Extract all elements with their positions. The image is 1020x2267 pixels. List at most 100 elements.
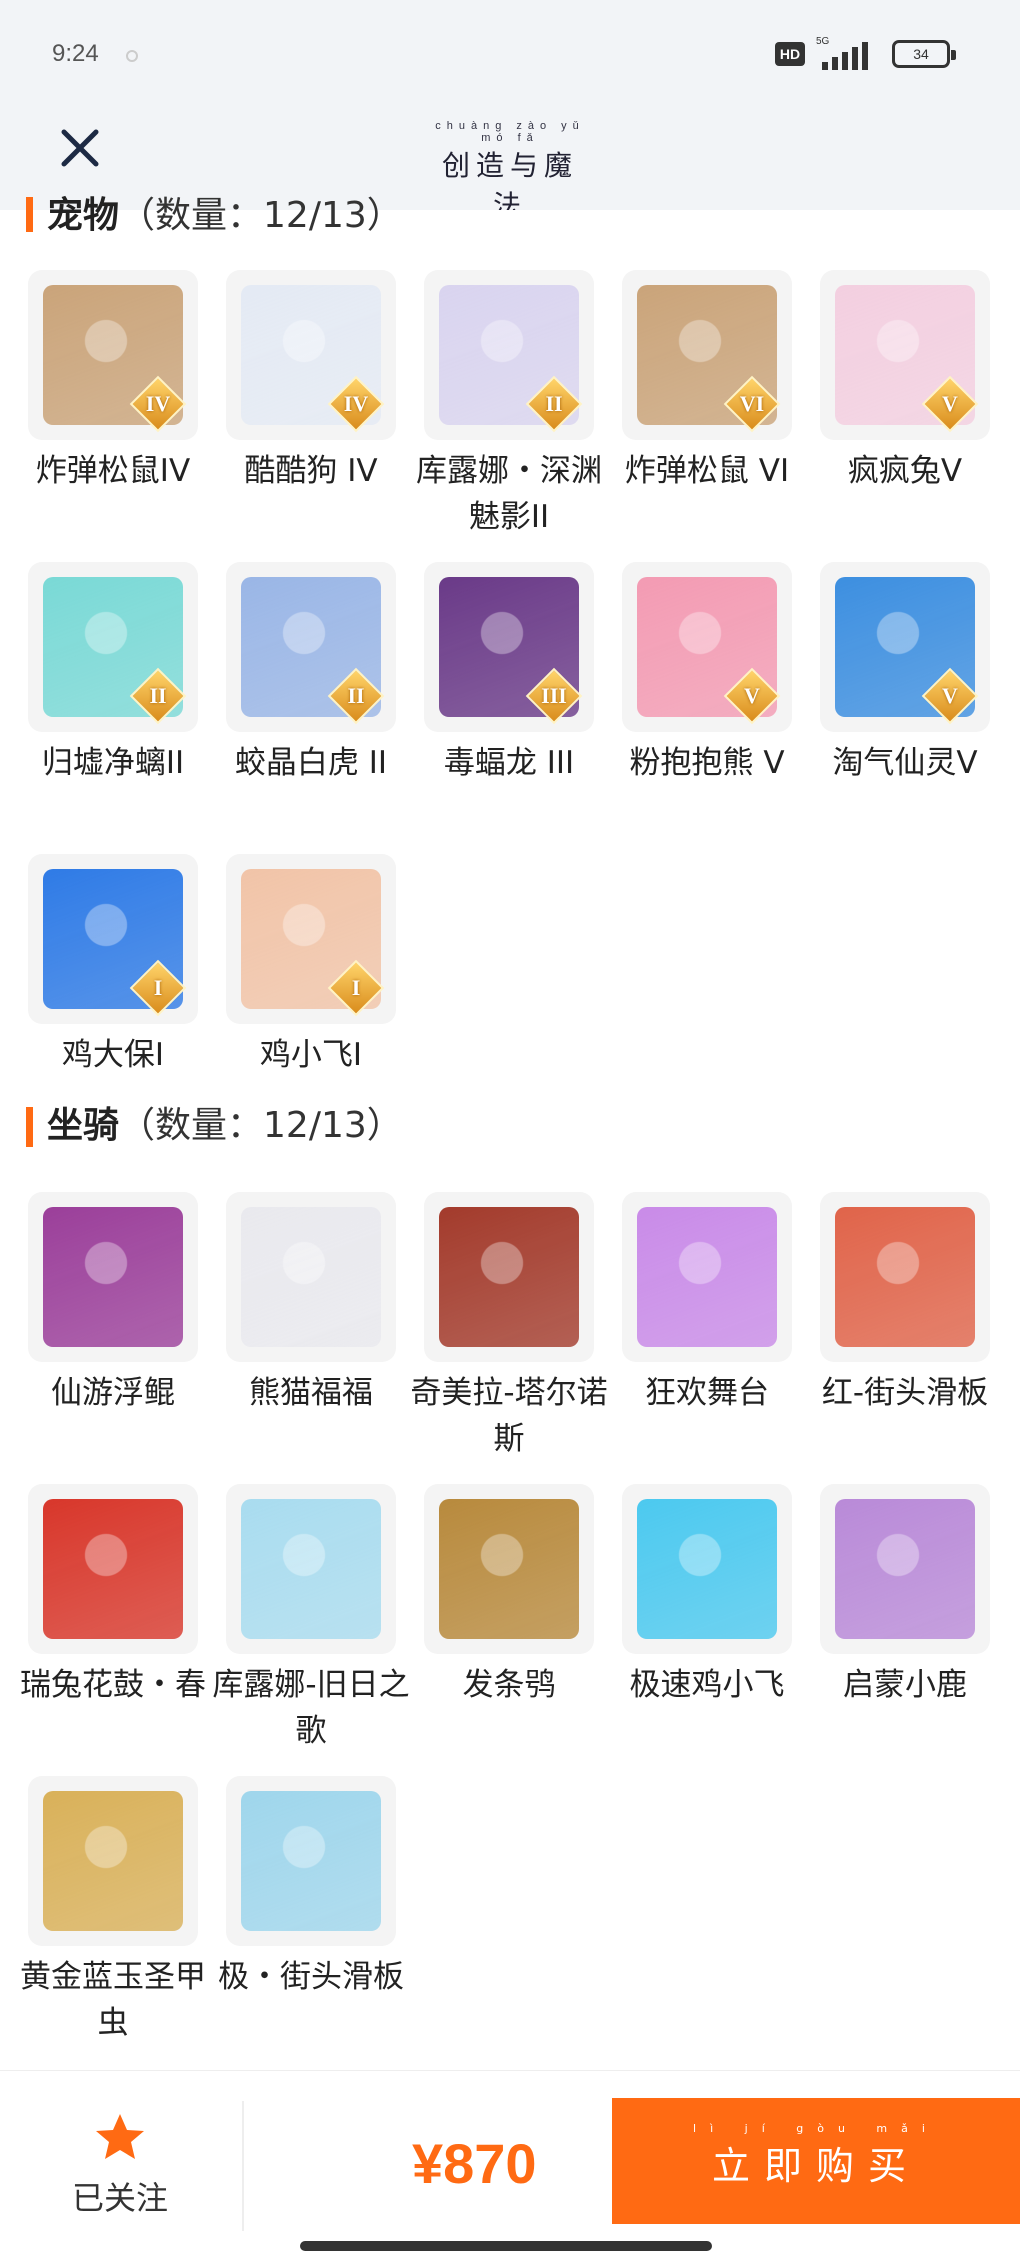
status-bar: 9:24 HD 5G 34 bbox=[0, 0, 1020, 110]
rank-label: IV bbox=[145, 391, 171, 416]
section-accent-bar bbox=[26, 1107, 33, 1147]
pet-name: 酷酷狗 IV bbox=[244, 453, 378, 489]
pet-card[interactable]: V 淘气仙灵V bbox=[820, 562, 990, 786]
divider bbox=[242, 2101, 244, 2231]
pet-name: 库露娜・深渊魅影II bbox=[416, 453, 602, 535]
mount-name: 发条鸮 bbox=[462, 1667, 556, 1703]
rank-label: II bbox=[149, 683, 167, 708]
mount-card[interactable]: 发条鸮 bbox=[424, 1484, 594, 1708]
pet-image: II bbox=[28, 562, 198, 732]
pet-card[interactable]: II 库露娜・深渊魅影II bbox=[416, 270, 602, 540]
pets-count: （数量：12/13） bbox=[119, 195, 403, 232]
mount-card[interactable]: 极速鸡小飞 bbox=[622, 1484, 792, 1708]
pet-card[interactable]: I 鸡小飞I bbox=[226, 854, 396, 1078]
mount-image bbox=[28, 1484, 198, 1654]
pet-name: 疯疯兔V bbox=[847, 453, 963, 489]
mount-card[interactable]: 奇美拉-塔尔诺斯 bbox=[410, 1192, 608, 1462]
pet-image: V bbox=[820, 562, 990, 732]
rank-label: VI bbox=[739, 391, 765, 416]
pet-card[interactable]: I 鸡大保I bbox=[28, 854, 198, 1078]
mount-name: 瑞兔花鼓・春 bbox=[20, 1667, 206, 1703]
mount-card[interactable]: 黄金蓝玉圣甲虫 bbox=[20, 1776, 206, 2046]
mount-card[interactable]: 熊猫福福 bbox=[226, 1192, 396, 1416]
mount-name: 启蒙小鹿 bbox=[843, 1667, 967, 1703]
pet-image: I bbox=[226, 854, 396, 1024]
pet-card[interactable]: III 毒蝠龙 III bbox=[424, 562, 594, 786]
mount-card[interactable]: 红-街头滑板 bbox=[820, 1192, 990, 1416]
mount-image bbox=[28, 1776, 198, 1946]
mount-card[interactable]: 启蒙小鹿 bbox=[820, 1484, 990, 1708]
character-art bbox=[637, 1207, 777, 1347]
buy-now-button[interactable]: lì jí gòu mǎi 立即购买 bbox=[612, 2098, 1020, 2224]
pet-image: V bbox=[820, 270, 990, 440]
mount-card[interactable]: 仙游浮鲲 bbox=[28, 1192, 198, 1416]
star-icon bbox=[50, 2111, 190, 2169]
pet-image: V bbox=[622, 562, 792, 732]
pet-card[interactable]: VI 炸弹松鼠 VI bbox=[622, 270, 792, 494]
pet-card[interactable]: IV 炸弹松鼠IV bbox=[28, 270, 198, 494]
character-art bbox=[835, 1499, 975, 1639]
mounts-title: 坐骑 bbox=[47, 1105, 120, 1146]
mount-card[interactable]: 狂欢舞台 bbox=[622, 1192, 792, 1416]
mount-name: 奇美拉-塔尔诺斯 bbox=[410, 1375, 608, 1457]
mount-image bbox=[28, 1192, 198, 1362]
mount-image bbox=[622, 1192, 792, 1362]
mount-image bbox=[226, 1192, 396, 1362]
follow-label: 已关注 bbox=[71, 2179, 168, 2217]
signal-icon: 5G bbox=[816, 36, 876, 70]
pet-image: IV bbox=[226, 270, 396, 440]
pet-name: 鸡大保I bbox=[61, 1037, 165, 1073]
pet-name: 炸弹松鼠IV bbox=[35, 453, 191, 489]
network-label: 5G bbox=[816, 36, 830, 47]
character-art bbox=[241, 1207, 381, 1347]
mount-name: 极・街头滑板 bbox=[218, 1959, 404, 1995]
pet-image: I bbox=[28, 854, 198, 1024]
pet-name: 归墟净螭II bbox=[41, 745, 185, 781]
mount-card[interactable]: 极・街头滑板 bbox=[218, 1776, 404, 2000]
pet-image: VI bbox=[622, 270, 792, 440]
pet-card[interactable]: II 蛟晶白虎 II bbox=[226, 562, 396, 786]
pets-title: 宠物 bbox=[47, 195, 120, 232]
pet-card[interactable]: V 疯疯兔V bbox=[820, 270, 990, 494]
pets-section-title: 宠物（数量：12/13） bbox=[26, 186, 403, 232]
character-art bbox=[241, 1499, 381, 1639]
pet-image: II bbox=[226, 562, 396, 732]
pet-name: 淘气仙灵V bbox=[832, 745, 978, 781]
pet-name: 炸弹松鼠 VI bbox=[624, 453, 790, 489]
pet-image: IV bbox=[28, 270, 198, 440]
price: ¥870 bbox=[412, 2132, 537, 2195]
mount-card[interactable]: 库露娜-旧日之歌 bbox=[212, 1484, 410, 1754]
hd-badge: HD bbox=[775, 42, 805, 66]
close-button[interactable] bbox=[50, 118, 110, 178]
mount-image bbox=[226, 1776, 396, 1946]
page-title: chuàng zào yǔ mó fǎ 创造与魔法 bbox=[430, 120, 590, 224]
rank-label: V bbox=[942, 683, 958, 708]
content: 宠物（数量：12/13） IV 炸弹松鼠IV IV 酷酷狗 IV II 库露娜・深渊魅影I… bbox=[0, 195, 1020, 2070]
pet-image: III bbox=[424, 562, 594, 732]
home-indicator[interactable] bbox=[300, 2241, 712, 2251]
pet-name: 蛟晶白虎 II bbox=[234, 745, 388, 781]
mount-image bbox=[622, 1484, 792, 1654]
pet-name: 鸡小飞I bbox=[259, 1037, 363, 1073]
pet-card[interactable]: IV 酷酷狗 IV bbox=[226, 270, 396, 494]
mount-name: 黄金蓝玉圣甲虫 bbox=[20, 1959, 206, 2041]
mount-name: 狂欢舞台 bbox=[645, 1375, 769, 1411]
mount-name: 库露娜-旧日之歌 bbox=[212, 1667, 410, 1749]
mount-name: 熊猫福福 bbox=[249, 1375, 373, 1411]
rank-label: IV bbox=[343, 391, 369, 416]
pet-image: II bbox=[424, 270, 594, 440]
mount-image bbox=[226, 1484, 396, 1654]
rank-label: V bbox=[744, 683, 760, 708]
follow-button[interactable]: 已关注 bbox=[50, 2111, 190, 2219]
pet-card[interactable]: II 归墟净螭II bbox=[28, 562, 198, 786]
rank-label: I bbox=[153, 975, 163, 1000]
mount-card[interactable]: 瑞兔花鼓・春 bbox=[20, 1484, 206, 1708]
bottom-bar: 已关注 ¥870 lì jí gòu mǎi 立即购买 bbox=[0, 2070, 1020, 2267]
mount-image bbox=[820, 1484, 990, 1654]
status-time: 9:24 bbox=[52, 40, 99, 67]
pet-name: 毒蝠龙 III bbox=[443, 745, 575, 781]
pet-name: 粉抱抱熊 V bbox=[629, 745, 785, 781]
pet-card[interactable]: V 粉抱抱熊 V bbox=[622, 562, 792, 786]
character-art bbox=[637, 1499, 777, 1639]
mount-image bbox=[424, 1484, 594, 1654]
